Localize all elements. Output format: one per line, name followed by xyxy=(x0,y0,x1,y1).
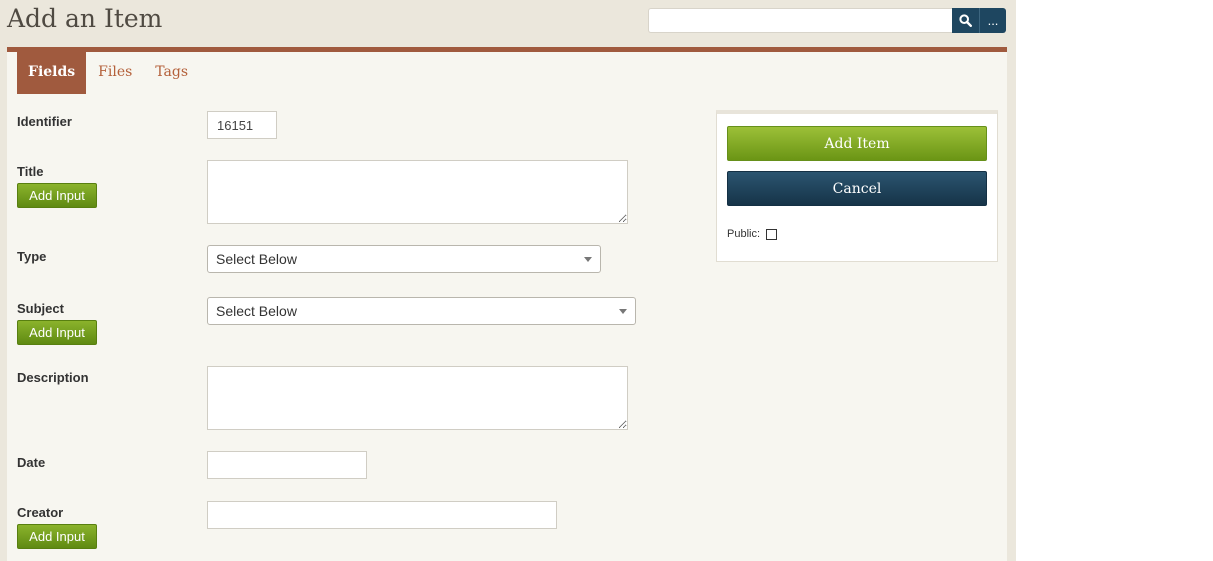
date-label: Date xyxy=(17,455,46,470)
tab-files[interactable]: Files xyxy=(87,52,143,94)
add-item-button[interactable]: Add Item xyxy=(727,126,987,161)
title-textarea[interactable] xyxy=(207,160,628,224)
identifier-input[interactable] xyxy=(207,111,277,139)
title-label: Title xyxy=(17,164,44,179)
type-select-value: Select Below xyxy=(216,251,297,267)
subject-select[interactable]: Select Below xyxy=(207,297,636,325)
description-textarea[interactable] xyxy=(207,366,628,430)
public-checkbox[interactable] xyxy=(766,228,778,240)
title-add-input-button[interactable]: Add Input xyxy=(17,183,97,208)
search-input[interactable] xyxy=(648,8,952,33)
public-label: Public: xyxy=(727,228,761,240)
type-select[interactable]: Select Below xyxy=(207,245,601,273)
type-label: Type xyxy=(17,249,47,264)
subject-add-input-button[interactable]: Add Input xyxy=(17,320,97,345)
date-input[interactable] xyxy=(207,451,367,479)
cancel-button[interactable]: Cancel xyxy=(727,171,987,206)
description-label: Description xyxy=(17,370,89,385)
search-button[interactable] xyxy=(952,8,980,33)
section-tabs: Fields Files Tags xyxy=(17,52,200,94)
advanced-search-button[interactable]: ... xyxy=(980,8,1006,33)
tab-tags[interactable]: Tags xyxy=(144,52,199,94)
chevron-down-icon xyxy=(584,257,592,262)
creator-input[interactable] xyxy=(207,501,557,529)
page-title: Add an Item xyxy=(7,4,163,33)
creator-label: Creator xyxy=(17,505,64,520)
item-form-panel: Fields Files Tags Identifier Title Add I… xyxy=(7,47,1007,561)
subject-select-value: Select Below xyxy=(216,303,297,319)
page: Add an Item ... Fields Files Tags Identi… xyxy=(0,0,1016,561)
chevron-down-icon xyxy=(619,309,627,314)
subject-label: Subject xyxy=(17,301,64,316)
search-bar: ... xyxy=(648,8,1006,33)
identifier-label: Identifier xyxy=(17,114,72,129)
public-row: Public: xyxy=(727,228,778,240)
save-panel: Add Item Cancel Public: xyxy=(716,110,998,262)
tab-fields[interactable]: Fields xyxy=(17,52,87,94)
search-icon xyxy=(959,14,972,27)
creator-add-input-button[interactable]: Add Input xyxy=(17,524,97,549)
